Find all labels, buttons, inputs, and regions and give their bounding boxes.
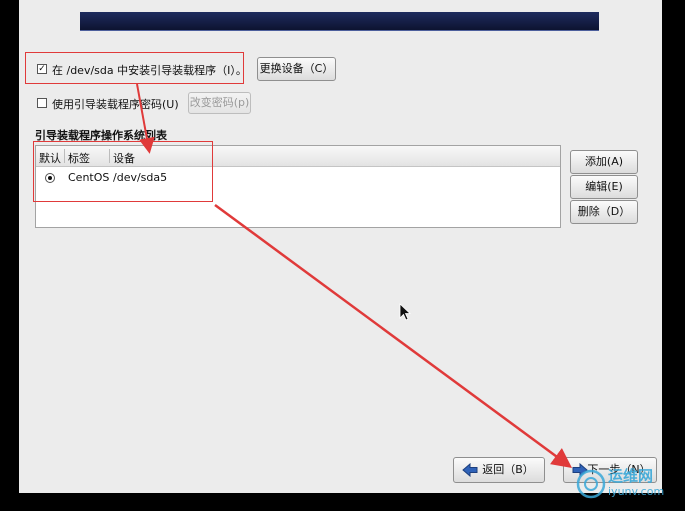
annotation-arrow-down	[136, 83, 155, 154]
watermark-logo-icon	[576, 469, 606, 499]
watermark: 运维网 iyunv.com	[572, 463, 682, 509]
watermark-site: iyunv.com	[608, 485, 665, 498]
watermark-brand: 运维网	[608, 467, 654, 485]
annotation-arrows	[136, 83, 573, 468]
annotation-arrow-to-next	[214, 203, 573, 468]
